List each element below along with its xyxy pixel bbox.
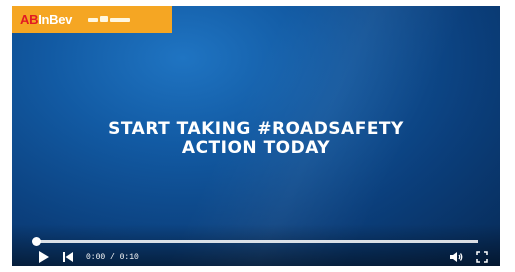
abinbev-logo: ABInBev [20, 12, 72, 27]
control-row: 0:00 / 0:10 [12, 249, 500, 265]
headline-line-2: ACTION TODAY [181, 138, 331, 158]
headline-line-1: START TAKING #ROADSAFETY [108, 119, 404, 139]
time-display: 0:00 / 0:10 [86, 252, 139, 262]
fullscreen-icon[interactable] [476, 251, 488, 263]
skip-back-icon[interactable] [62, 251, 74, 263]
player-controls: 0:00 / 0:10 [12, 224, 500, 266]
video-player[interactable]: ABInBev START TAKING #ROADSAFETY ACTION … [12, 6, 500, 266]
progress-bar[interactable] [34, 240, 478, 243]
partner-logo [88, 15, 136, 25]
logo-text-inbev: InBev [38, 12, 73, 27]
volume-icon[interactable] [450, 251, 464, 263]
progress-handle[interactable] [32, 237, 41, 246]
video-headline: START TAKING #ROADSAFETY ACTION TODAY [12, 120, 500, 158]
play-icon[interactable] [38, 251, 50, 263]
brand-logo-banner: ABInBev [12, 6, 172, 33]
logo-text-ab: AB [20, 12, 39, 27]
